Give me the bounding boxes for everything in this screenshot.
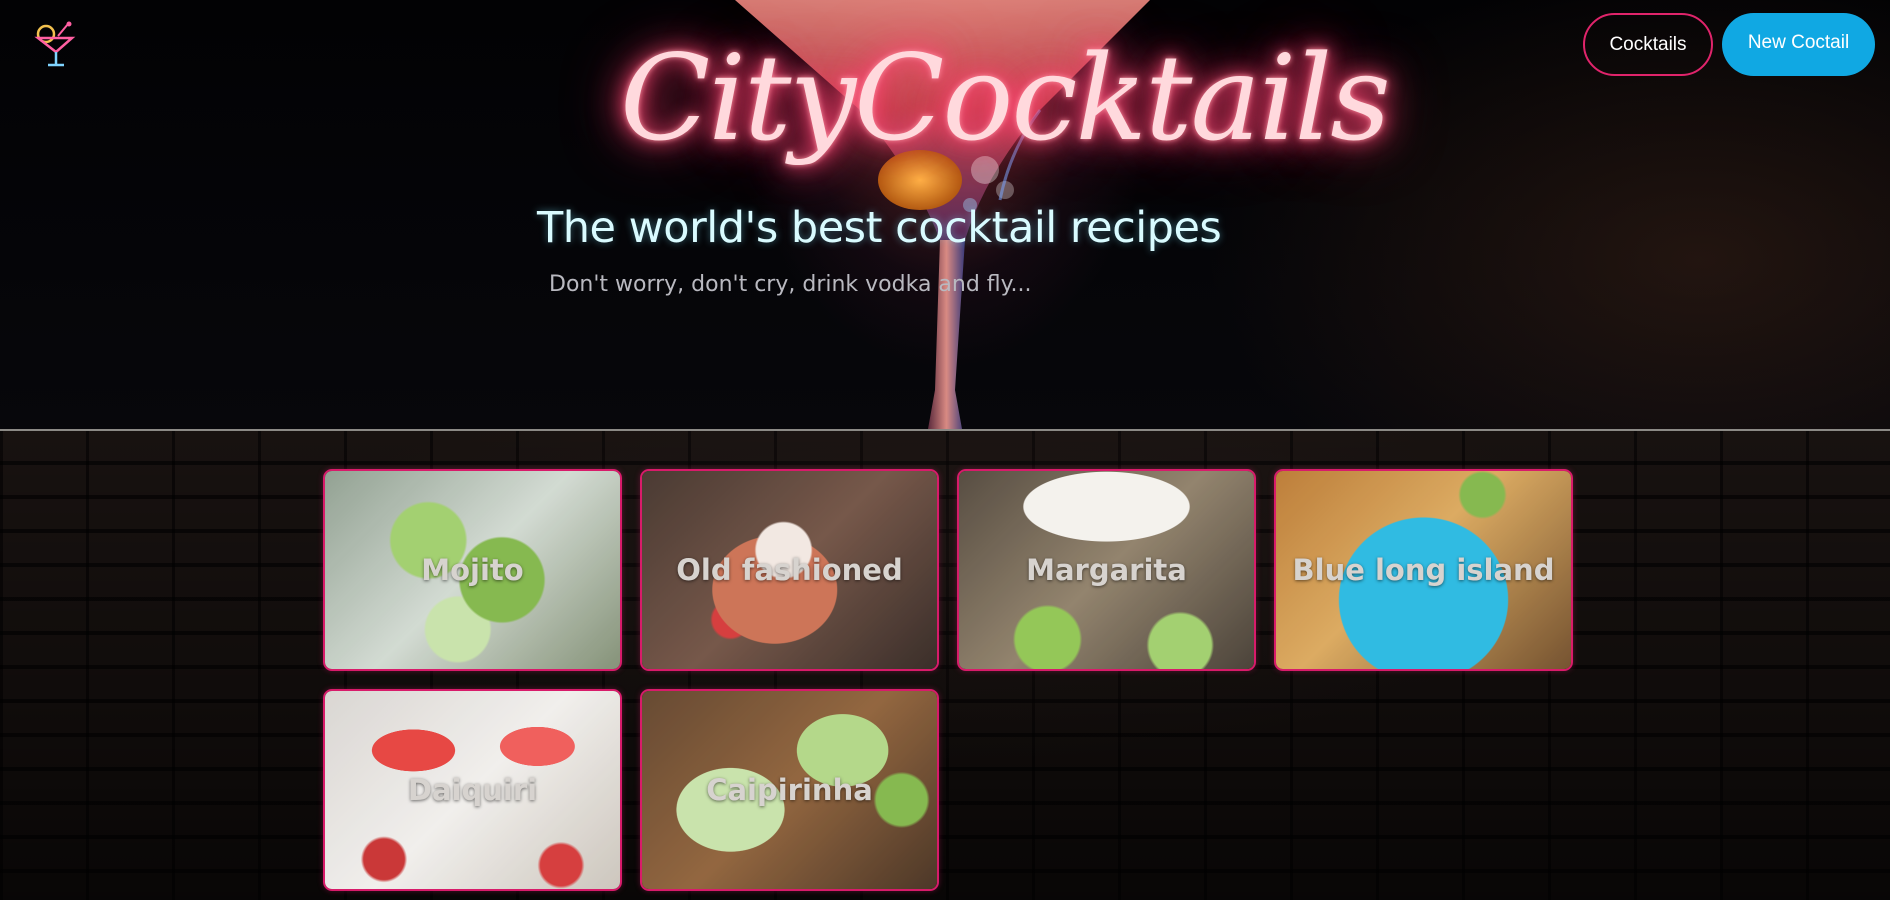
cocktails-button[interactable]: Cocktails	[1583, 13, 1713, 76]
hero-headline: The world's best cocktail recipes	[537, 203, 1222, 253]
brand-neon-title: CityCocktails	[620, 29, 1391, 167]
hero-banner: CityCocktails The world's best cocktail …	[0, 0, 1890, 429]
cocktail-name: Mojito	[421, 553, 524, 587]
cocktail-card-blue-long-island[interactable]: Blue long island	[1274, 469, 1573, 671]
cocktail-name: Margarita	[1026, 553, 1187, 587]
cocktail-card-margarita[interactable]: Margarita	[957, 469, 1256, 671]
brick-wall-background	[0, 431, 1890, 900]
hero-tagline: Don't worry, don't cry, drink vodka and …	[549, 272, 1032, 297]
cocktail-card-mojito[interactable]: Mojito	[323, 469, 622, 671]
cocktail-card-caipirinha[interactable]: Caipirinha	[640, 689, 939, 891]
cocktail-card-daiquiri[interactable]: Daiquiri	[323, 689, 622, 891]
cocktail-card-old-fashioned[interactable]: Old fashioned	[640, 469, 939, 671]
new-cocktail-button[interactable]: New Coctail	[1722, 13, 1875, 76]
cocktail-name: Caipirinha	[706, 773, 873, 807]
cocktail-name: Old fashioned	[676, 553, 903, 587]
cocktail-glass-icon[interactable]	[34, 20, 76, 68]
cocktail-name: Daiquiri	[407, 773, 538, 807]
cocktail-name: Blue long island	[1292, 553, 1555, 587]
